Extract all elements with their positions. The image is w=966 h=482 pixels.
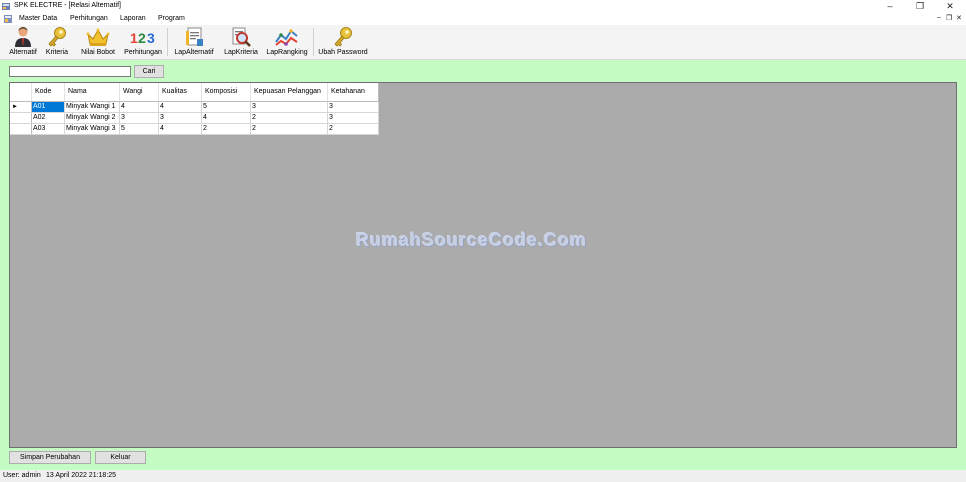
column-header-komposisi[interactable]: Komposisi	[201, 83, 251, 102]
column-header-wangi[interactable]: Wangi	[119, 83, 159, 102]
toolbar-lapkriteria-button[interactable]: LapKriteria	[221, 25, 261, 59]
key-icon	[334, 27, 352, 47]
menu-perhitungan[interactable]: Perhitungan	[70, 15, 108, 22]
svg-text:3: 3	[147, 30, 155, 46]
search-input[interactable]	[9, 66, 131, 77]
cell-kualitas[interactable]: 3	[158, 112, 202, 124]
toolbar-lapalternatif-label: LapAlternatif	[174, 49, 214, 56]
toolbar-kriteria-label: Kriteria	[45, 49, 69, 56]
close-button[interactable]: ✕	[935, 0, 965, 13]
chart-icon	[275, 29, 298, 46]
search-button[interactable]: Cari	[134, 65, 164, 78]
toolbar-alternatif-button[interactable]: Alternatif	[5, 25, 41, 59]
toolbar-kriteria-button[interactable]: Kriteria	[43, 25, 71, 59]
toolbar-separator	[167, 28, 168, 56]
toolbar-laprangking-label: LapRangking	[266, 49, 308, 56]
menu-laporan[interactable]: Laporan	[120, 15, 146, 22]
column-header-kepuasan-pelanggan[interactable]: Kepuasan Pelanggan	[250, 83, 328, 102]
save-changes-button[interactable]: Simpan Perubahan	[9, 451, 91, 464]
mdi-restore-button[interactable]: ❐	[946, 14, 952, 22]
table-row[interactable]: ► A01 Minyak Wangi 1 4 4 5 3 3	[10, 101, 379, 113]
column-header-kualitas[interactable]: Kualitas	[158, 83, 202, 102]
report-icon	[186, 27, 203, 46]
row-header[interactable]	[10, 112, 32, 124]
crown-icon	[86, 28, 110, 46]
toolbar-lapkriteria-label: LapKriteria	[224, 49, 258, 56]
cell-kualitas[interactable]: 4	[158, 123, 202, 135]
cell-wangi[interactable]: 5	[119, 123, 159, 135]
form-content: Cari Kode Nama Wangi Kualitas Komposisi …	[0, 60, 966, 470]
cell-wangi[interactable]: 3	[119, 112, 159, 124]
toolbar-nilai-bobot-button[interactable]: Nilai Bobot	[78, 25, 118, 59]
cell-komposisi[interactable]: 4	[201, 112, 251, 124]
column-header-nama[interactable]: Nama	[64, 83, 120, 102]
menu-master-data[interactable]: Master Data	[19, 15, 57, 22]
restore-button[interactable]: ❐	[905, 0, 935, 13]
svg-text:1: 1	[130, 30, 138, 46]
cell-kode[interactable]: A03	[31, 123, 65, 135]
cell-nama[interactable]: Minyak Wangi 1	[64, 101, 120, 113]
status-bar: User: admin 13 April 2022 21:18:25	[0, 470, 966, 482]
cell-kode[interactable]: A01	[31, 101, 65, 113]
menu-program[interactable]: Program	[158, 15, 185, 22]
watermark: RumahSourceCode.Com	[356, 230, 588, 250]
data-grid-table: Kode Nama Wangi Kualitas Komposisi Kepua…	[10, 83, 379, 135]
toolbar-laprangking-button[interactable]: LapRangking	[264, 25, 310, 59]
cell-ketahanan[interactable]: 3	[327, 112, 379, 124]
status-datetime: 13 April 2022 21:18:25	[46, 472, 117, 479]
toolbar-alternatif-label: Alternatif	[9, 49, 37, 56]
toolbar-nilai-bobot-label: Nilai Bobot	[81, 49, 115, 56]
exit-button[interactable]: Keluar	[95, 451, 146, 464]
magnifier-report-icon	[232, 27, 251, 47]
toolbar-ubah-password-label: Ubah Password	[318, 49, 368, 56]
toolbar-lapalternatif-button[interactable]: LapAlternatif	[171, 25, 217, 59]
cell-komposisi[interactable]: 2	[201, 123, 251, 135]
minimize-button[interactable]: –	[875, 0, 905, 13]
cell-ketahanan[interactable]: 3	[327, 101, 379, 113]
toolbar: Alternatif Kriteria Nilai Bobot 1 2 3 Pe…	[0, 25, 966, 60]
mdi-minimize-button[interactable]: –	[937, 14, 941, 21]
cell-nama[interactable]: Minyak Wangi 2	[64, 112, 120, 124]
table-row[interactable]: A03 Minyak Wangi 3 5 4 2 2 2	[10, 123, 379, 135]
cell-wangi[interactable]: 4	[119, 101, 159, 113]
table-row[interactable]: A02 Minyak Wangi 2 3 3 4 2 3	[10, 112, 379, 124]
cell-kepuasan-pelanggan[interactable]: 3	[250, 101, 328, 113]
row-header[interactable]	[10, 123, 32, 135]
toolbar-ubah-password-button[interactable]: Ubah Password	[316, 25, 370, 59]
grid-corner-header	[10, 83, 32, 102]
cell-kepuasan-pelanggan[interactable]: 2	[250, 112, 328, 124]
row-header-current[interactable]: ►	[10, 101, 32, 113]
cell-kode[interactable]: A02	[31, 112, 65, 124]
cell-nama[interactable]: Minyak Wangi 3	[64, 123, 120, 135]
numbers-icon: 1 2 3	[130, 30, 155, 46]
cell-kepuasan-pelanggan[interactable]: 2	[250, 123, 328, 135]
menu-bar: Master Data Perhitungan Laporan Program …	[0, 13, 966, 25]
toolbar-perhitungan-button[interactable]: 1 2 3 Perhitungan	[123, 25, 163, 59]
mdi-close-button[interactable]: ✕	[956, 14, 962, 22]
cell-kualitas[interactable]: 4	[158, 101, 202, 113]
app-icon	[2, 3, 10, 10]
title-bar: SPK ELECTRE - [Relasi Alternatif] – ❐ ✕	[0, 0, 966, 13]
data-grid[interactable]: Kode Nama Wangi Kualitas Komposisi Kepua…	[9, 82, 957, 448]
grid-header-row: Kode Nama Wangi Kualitas Komposisi Kepua…	[10, 83, 379, 102]
user-icon	[15, 27, 31, 47]
mdi-child-icon[interactable]	[4, 15, 12, 23]
toolbar-perhitungan-label: Perhitungan	[124, 49, 162, 56]
window-title: SPK ELECTRE - [Relasi Alternatif]	[14, 2, 121, 9]
toolbar-separator	[313, 28, 314, 56]
cell-komposisi[interactable]: 5	[201, 101, 251, 113]
column-header-ketahanan[interactable]: Ketahanan	[327, 83, 379, 102]
column-header-kode[interactable]: Kode	[31, 83, 65, 102]
cell-ketahanan[interactable]: 2	[327, 123, 379, 135]
key-icon	[48, 27, 66, 47]
status-user: User: admin	[3, 472, 41, 479]
svg-text:2: 2	[138, 30, 146, 46]
